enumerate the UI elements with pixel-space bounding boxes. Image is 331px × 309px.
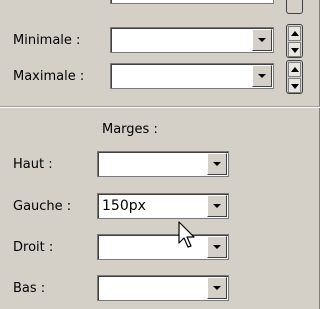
margins-title: Marges : <box>102 122 158 137</box>
margin-bottom-label: Bas : <box>13 281 46 296</box>
margin-left-label: Gauche : <box>13 199 72 214</box>
arrow-up-icon <box>291 67 299 72</box>
arrow-down-icon <box>291 48 299 53</box>
maximale-spinner[interactable] <box>286 60 303 94</box>
properties-panel: Minimale : Maximale : Marges : Haut : Ga… <box>0 0 320 309</box>
chevron-down-icon <box>258 74 266 78</box>
minimale-combo[interactable] <box>110 27 274 53</box>
top-cutoff-combo[interactable] <box>110 0 274 4</box>
minimale-spin-up-button[interactable] <box>288 26 301 41</box>
margin-bottom-dropdown-button[interactable] <box>207 277 227 299</box>
arrow-up-icon <box>291 31 299 36</box>
margin-right-label: Droit : <box>13 240 54 255</box>
margin-top-dropdown-button[interactable] <box>207 153 227 175</box>
maximale-spin-down-button[interactable] <box>288 78 301 93</box>
arrow-down-icon <box>291 84 299 89</box>
margin-left-combo[interactable]: 150px <box>97 193 229 219</box>
margin-top-label: Haut : <box>13 157 53 172</box>
minimale-spin-down-button[interactable] <box>288 42 301 57</box>
mouse-pointer-icon <box>178 221 195 248</box>
maximale-combo[interactable] <box>110 63 274 89</box>
maximale-dropdown-button[interactable] <box>252 65 272 87</box>
margin-left-dropdown-button[interactable] <box>207 195 227 217</box>
section-divider <box>0 106 320 108</box>
margin-left-value[interactable]: 150px <box>102 198 146 215</box>
margin-right-dropdown-button[interactable] <box>207 236 227 258</box>
maximale-label: Maximale : <box>13 69 85 84</box>
chevron-down-icon <box>258 38 266 42</box>
maximale-spin-up-button[interactable] <box>288 62 301 77</box>
minimale-dropdown-button[interactable] <box>252 29 272 51</box>
margin-top-combo[interactable] <box>97 151 229 177</box>
minimale-label: Minimale : <box>13 33 81 48</box>
chevron-down-icon <box>213 204 221 208</box>
chevron-down-icon <box>213 286 221 290</box>
chevron-down-icon <box>213 245 221 249</box>
margin-right-combo[interactable] <box>97 234 229 260</box>
margin-bottom-combo[interactable] <box>97 275 229 301</box>
top-cutoff-spinner[interactable] <box>286 0 303 14</box>
minimale-spinner[interactable] <box>286 24 303 58</box>
chevron-down-icon <box>213 162 221 166</box>
